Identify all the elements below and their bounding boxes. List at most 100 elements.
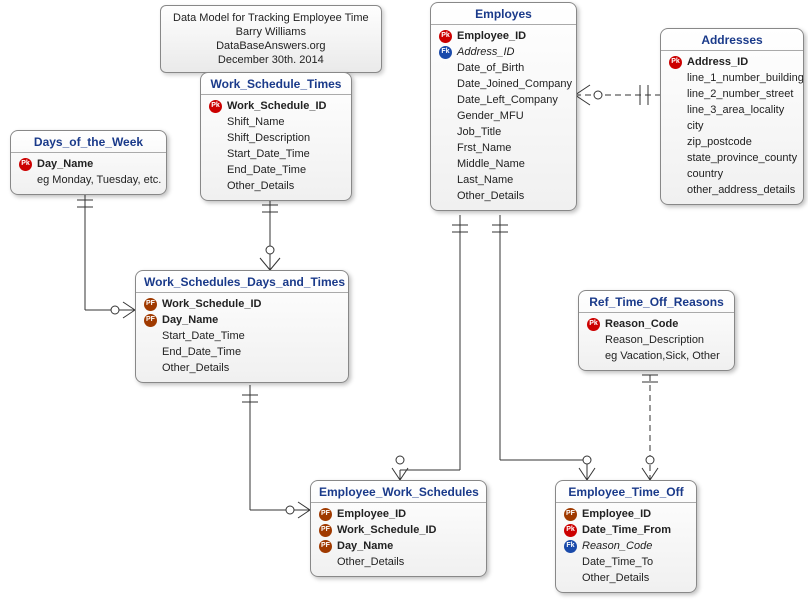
entity-title: Employee_Time_Off bbox=[556, 481, 696, 503]
attribute-name: Employee_ID bbox=[582, 506, 651, 522]
attribute-name: Day_Name bbox=[162, 312, 218, 328]
attribute-row: city bbox=[669, 118, 795, 134]
attribute-name: Start_Date_Time bbox=[162, 328, 245, 344]
attribute-name: Other_Details bbox=[227, 178, 294, 194]
attribute-name: End_Date_Time bbox=[162, 344, 241, 360]
blank-key bbox=[144, 362, 157, 375]
entity-title: Addresses bbox=[661, 29, 803, 51]
attribute-row: line_3_area_locality bbox=[669, 102, 795, 118]
attribute-row: eg Vacation,Sick, Other bbox=[587, 348, 726, 364]
attribute-row: PkEmployee_ID bbox=[439, 28, 568, 44]
attribute-row: PFDay_Name bbox=[319, 538, 478, 554]
info-line: Data Model for Tracking Employee Time bbox=[173, 11, 369, 25]
attribute-name: Gender_MFU bbox=[457, 108, 524, 124]
attribute-row: FkReason_Code bbox=[564, 538, 688, 554]
attribute-name: Reason_Code bbox=[605, 316, 678, 332]
attribute-name: line_2_number_street bbox=[687, 86, 793, 102]
attribute-name: line_1_number_building bbox=[687, 70, 804, 86]
blank-key bbox=[439, 142, 452, 155]
attribute-row: Reason_Description bbox=[587, 332, 726, 348]
entity-body: Pk Day_Nameeg Monday, Tuesday, etc. bbox=[11, 153, 166, 194]
pk-icon: Pk bbox=[439, 30, 452, 43]
blank-key bbox=[439, 126, 452, 139]
blank-key bbox=[209, 116, 222, 129]
attribute-row: Middle_Name bbox=[439, 156, 568, 172]
entity-addresses: Addresses PkAddress_IDline_1_number_buil… bbox=[660, 28, 804, 205]
attribute-name: Date_Left_Company bbox=[457, 92, 558, 108]
attribute-name: Date_Time_From bbox=[582, 522, 671, 538]
attribute-row: state_province_county bbox=[669, 150, 795, 166]
attribute-name: Other_Details bbox=[162, 360, 229, 376]
blank-key bbox=[439, 62, 452, 75]
pf-icon: PF bbox=[319, 540, 332, 553]
pk-icon: Pk bbox=[19, 158, 32, 171]
pf-icon: PF bbox=[319, 524, 332, 537]
attribute-name: Day_Name bbox=[37, 156, 93, 172]
blank-key bbox=[439, 158, 452, 171]
attribute-name: Other_Details bbox=[457, 188, 524, 204]
blank-key bbox=[209, 180, 222, 193]
attribute-row: End_Date_Time bbox=[209, 162, 343, 178]
info-line: Barry Williams bbox=[173, 25, 369, 39]
attribute-row: PF Work_Schedule_ID bbox=[319, 522, 478, 538]
attribute-name: other_address_details bbox=[687, 182, 795, 198]
info-line: December 30th. 2014 bbox=[173, 53, 369, 67]
attribute-row: line_1_number_building bbox=[669, 70, 795, 86]
attribute-row: Job_Title bbox=[439, 124, 568, 140]
blank-key bbox=[439, 190, 452, 203]
attribute-name: Reason_Code bbox=[582, 538, 652, 554]
attribute-row: Last_Name bbox=[439, 172, 568, 188]
attribute-name: Date_Joined_Company bbox=[457, 76, 572, 92]
attribute-row: other_address_details bbox=[669, 182, 795, 198]
blank-key bbox=[439, 78, 452, 91]
attribute-row: Shift_Name bbox=[209, 114, 343, 130]
entity-body: PkWork_Schedule_IDShift_NameShift_Descri… bbox=[201, 95, 351, 200]
attribute-name: Address_ID bbox=[457, 44, 514, 60]
attribute-row: Start_Date_Time bbox=[144, 328, 340, 344]
attribute-name: Middle_Name bbox=[457, 156, 525, 172]
attribute-row: Other_Details bbox=[319, 554, 478, 570]
blank-key bbox=[587, 350, 600, 363]
blank-key bbox=[209, 132, 222, 145]
entity-body: PkEmployee_IDFkAddress_IDDate_of_BirthDa… bbox=[431, 25, 576, 210]
attribute-name: line_3_area_locality bbox=[687, 102, 784, 118]
attribute-row: PFWork_Schedule_ID bbox=[144, 296, 340, 312]
attribute-row: Other_Details bbox=[144, 360, 340, 376]
attribute-name: Date_Time_To bbox=[582, 554, 653, 570]
pk-icon: Pk bbox=[587, 318, 600, 331]
attribute-row: eg Monday, Tuesday, etc. bbox=[19, 172, 158, 188]
blank-key bbox=[439, 174, 452, 187]
blank-key bbox=[144, 330, 157, 343]
pf-icon: PF bbox=[319, 508, 332, 521]
attribute-name: Work_Schedule_ID bbox=[227, 98, 326, 114]
entity-title: Days_of_the_Week bbox=[11, 131, 166, 153]
attribute-row: End_Date_Time bbox=[144, 344, 340, 360]
blank-key bbox=[587, 334, 600, 347]
attribute-name: Other_Details bbox=[582, 570, 649, 586]
attribute-name: Shift_Name bbox=[227, 114, 284, 130]
attribute-name: city bbox=[687, 118, 704, 134]
attribute-name: Reason_Description bbox=[605, 332, 704, 348]
blank-key bbox=[669, 120, 682, 133]
blank-key bbox=[669, 104, 682, 117]
attribute-name: End_Date_Time bbox=[227, 162, 306, 178]
attribute-name: Address_ID bbox=[687, 54, 748, 70]
entity-body: PFEmployee_IDPFWork_Schedule_IDPFDay_Nam… bbox=[311, 503, 486, 576]
entity-title: Work_Schedule_Times bbox=[201, 73, 351, 95]
entity-work-schedule-times: Work_Schedule_Times PkWork_Schedule_IDSh… bbox=[200, 72, 352, 201]
attribute-name: eg Vacation,Sick, Other bbox=[605, 348, 720, 364]
attribute-row: Pk Reason_Code bbox=[587, 316, 726, 332]
attribute-name: state_province_county bbox=[687, 150, 797, 166]
attribute-row: Gender_MFU bbox=[439, 108, 568, 124]
attribute-row: FkAddress_ID bbox=[439, 44, 568, 60]
blank-key bbox=[669, 72, 682, 85]
attribute-row: line_2_number_street bbox=[669, 86, 795, 102]
attribute-row: PFDay_Name bbox=[144, 312, 340, 328]
attribute-row: PkWork_Schedule_ID bbox=[209, 98, 343, 114]
pf-icon: PF bbox=[144, 298, 157, 311]
attribute-name: Other_Details bbox=[337, 554, 404, 570]
attribute-name: Work_Schedule_ID bbox=[337, 522, 436, 538]
attribute-row: zip_postcode bbox=[669, 134, 795, 150]
blank-key bbox=[669, 88, 682, 101]
entity-title: Work_Schedules_Days_and_Times bbox=[136, 271, 348, 293]
